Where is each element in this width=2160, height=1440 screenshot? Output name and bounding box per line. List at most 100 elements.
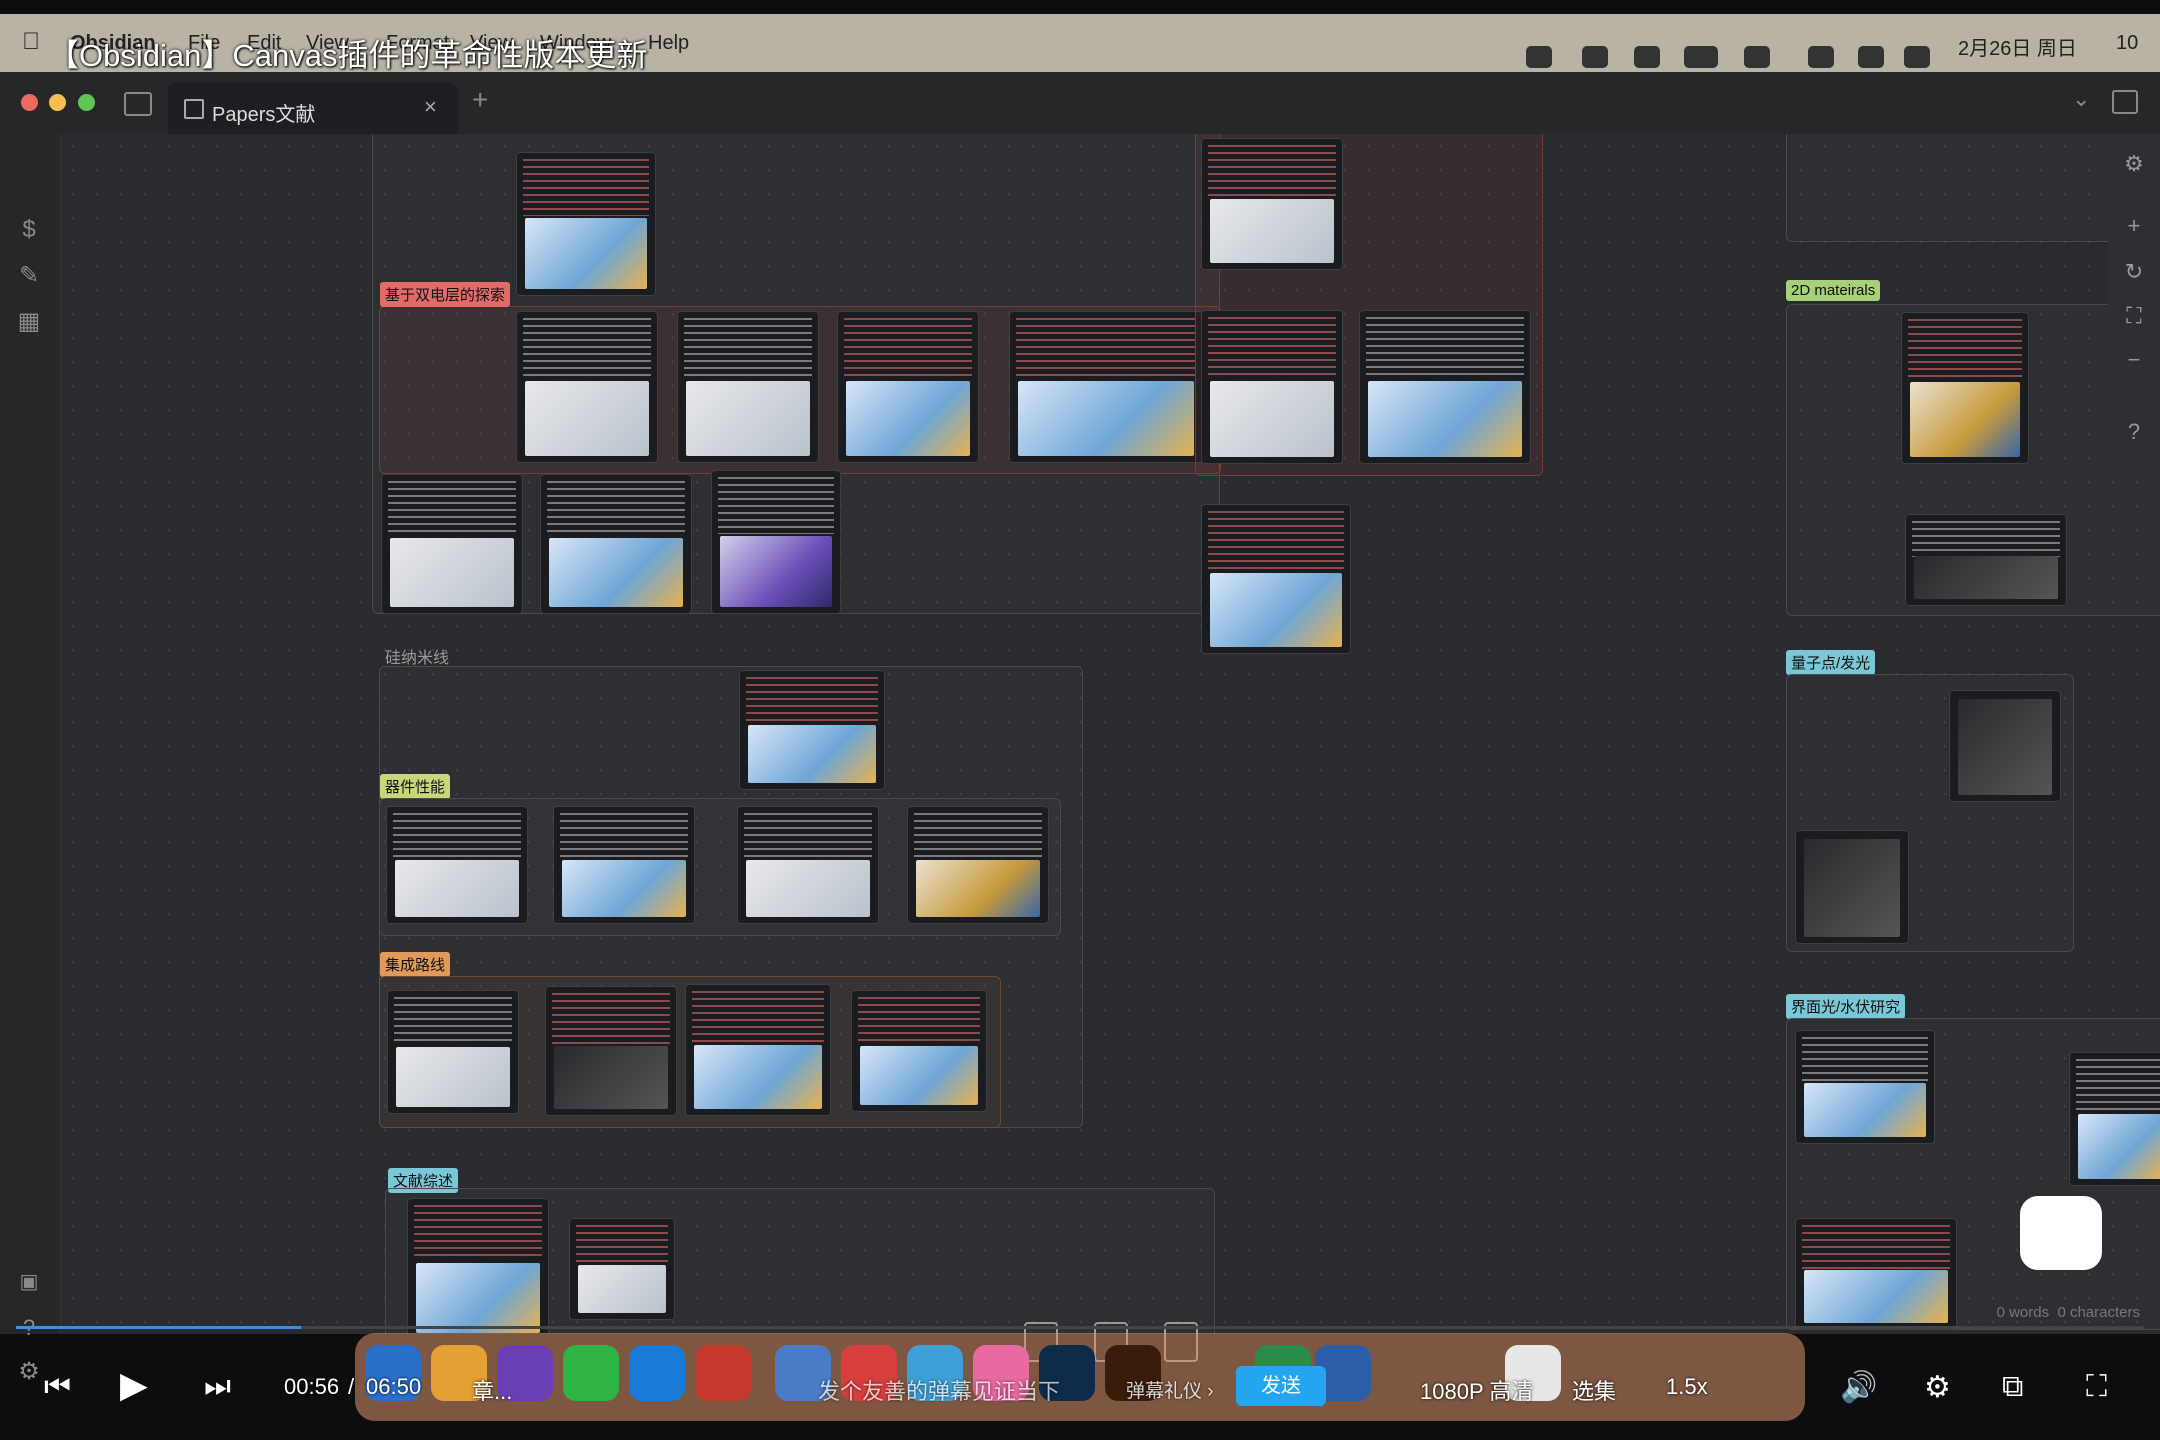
plus-icon[interactable]: + — [472, 84, 488, 116]
settings-icon[interactable]: ⚙ — [2122, 152, 2146, 176]
paper-card[interactable] — [1905, 514, 2067, 606]
paper-card[interactable] — [516, 311, 658, 463]
help-icon[interactable]: ? — [2122, 420, 2146, 444]
right-sidebar-icon[interactable] — [2112, 90, 2138, 114]
paper-card[interactable] — [545, 986, 677, 1116]
play-icon[interactable]: ▶ — [120, 1364, 148, 1406]
episodes-button[interactable]: 选集 — [1572, 1374, 1616, 1406]
status-bar: 0 words 0 characters — [1997, 1304, 2140, 1321]
group-label-silicon-nanowire[interactable]: 硅纳米线 — [385, 644, 449, 668]
zotero-icon[interactable] — [695, 1345, 751, 1401]
paper-card[interactable] — [685, 984, 831, 1116]
paper-card[interactable] — [1201, 504, 1351, 654]
status-icon[interactable] — [1526, 46, 1552, 68]
group-label-double-layer[interactable]: 基于双电层的探索 — [380, 282, 511, 307]
input-method-icon[interactable] — [1744, 46, 1770, 68]
video-title: 【Obsidian】Canvas插件的革命性版本更新 — [48, 38, 648, 73]
apple-icon[interactable]:  — [22, 28, 40, 56]
dollar-icon[interactable]: $ — [17, 218, 41, 242]
menubar-time-fragment: 10 — [2116, 32, 2139, 54]
current-time: 00:56 — [284, 1374, 340, 1399]
paper-card[interactable] — [387, 990, 519, 1114]
zoom-in-icon[interactable]: + — [2122, 214, 2146, 238]
menubar-clock[interactable]: 2月26日 周日 — [1958, 32, 2077, 61]
paper-card[interactable] — [1795, 1218, 1957, 1330]
time-separator: / — [348, 1374, 355, 1399]
quality-button[interactable]: 1080P 高清 — [1420, 1374, 1533, 1406]
left-ribbon: $ ✎ ▦ ▣ ? ⚙ — [0, 134, 61, 1384]
group-label-interface[interactable]: 界面光/水伏研究 — [1786, 994, 1906, 1019]
cloud-icon[interactable] — [1582, 46, 1608, 68]
paper-card[interactable] — [837, 311, 979, 463]
paper-card[interactable] — [516, 152, 656, 296]
menu-help[interactable]: Help — [648, 32, 689, 55]
paper-card[interactable] — [1949, 690, 2061, 802]
next-icon[interactable]: ⏭ — [204, 1370, 231, 1404]
chapter-button[interactable]: 章... — [472, 1374, 512, 1406]
vault-icon[interactable]: ▣ — [17, 1270, 41, 1294]
close-window-button[interactable] — [21, 94, 38, 111]
minimize-window-button[interactable] — [49, 94, 66, 111]
canvas-group-right-top[interactable] — [1786, 134, 2160, 242]
canvas-area[interactable]: 基于双电层的探索 硅纳米线 器件性能 集成路线 文献综述 2D mateiral… — [61, 134, 2160, 1334]
paper-card[interactable] — [737, 806, 879, 924]
fit-icon[interactable]: ⛶ — [2122, 304, 2146, 328]
paper-card[interactable] — [711, 470, 841, 614]
paper-card[interactable] — [907, 806, 1049, 924]
group-label-2d-materials[interactable]: 2D mateirals — [1786, 280, 1881, 301]
settings-icon[interactable]: ⚙ — [17, 1360, 41, 1384]
group-label-quantum-dot[interactable]: 量子点/发光 — [1786, 650, 1876, 675]
video-progress-bar[interactable] — [16, 1326, 2144, 1329]
danmaku-etiquette-link[interactable]: 弹幕礼仪 › — [1126, 1376, 1214, 1403]
group-label-device-performance[interactable]: 器件性能 — [380, 774, 451, 799]
paper-card[interactable] — [1795, 830, 1909, 944]
sidebar-toggle-icon[interactable] — [124, 92, 152, 116]
wifi-icon[interactable] — [1858, 46, 1884, 68]
send-button[interactable]: 发送 — [1236, 1366, 1326, 1406]
group-label-integration[interactable]: 集成路线 — [380, 952, 451, 977]
paper-card[interactable] — [1201, 138, 1343, 270]
paper-card[interactable] — [381, 474, 523, 614]
video-logo-icon — [2020, 1196, 2102, 1270]
video-progress-fill — [16, 1326, 301, 1329]
tab-papers[interactable]: Papers文献 × — [168, 82, 458, 134]
chevron-down-icon[interactable]: ⌄ — [2072, 86, 2090, 112]
paper-card[interactable] — [1359, 310, 1531, 464]
grid-icon[interactable]: ▦ — [17, 310, 41, 334]
pip-icon[interactable]: ⧉ — [2002, 1370, 2023, 1404]
danmaku-input[interactable]: 发个友善的弹幕见证当下 — [818, 1374, 1060, 1406]
airdrop-icon[interactable] — [1808, 46, 1834, 68]
paper-card[interactable] — [739, 670, 885, 790]
paper-card[interactable] — [1201, 310, 1343, 464]
settings-icon[interactable]: ⚙ — [1924, 1370, 1951, 1405]
zoom-window-button[interactable] — [78, 94, 95, 111]
zoom-out-icon[interactable]: − — [2122, 348, 2146, 372]
close-icon[interactable]: × — [424, 94, 437, 120]
speed-button[interactable]: 1.5x — [1666, 1374, 1708, 1400]
paper-card[interactable] — [553, 806, 695, 924]
total-time: 06:50 — [366, 1374, 422, 1399]
pen-icon[interactable]: ✎ — [17, 264, 41, 288]
paper-card[interactable] — [540, 474, 692, 614]
control-center-icon[interactable] — [1904, 46, 1930, 68]
reset-icon[interactable]: ↻ — [2122, 260, 2146, 284]
canvas-icon — [184, 99, 204, 119]
paper-card[interactable] — [677, 311, 819, 463]
paper-card[interactable] — [569, 1218, 675, 1320]
edge-icon[interactable] — [629, 1345, 685, 1401]
volume-icon[interactable]: 🔊 — [1840, 1370, 1877, 1405]
previous-icon[interactable]: ⏮ — [44, 1370, 71, 1404]
fullscreen-icon[interactable]: ⛶ — [2086, 1370, 2107, 1404]
package-icon[interactable] — [1634, 46, 1660, 68]
char-count: 0 characters — [2057, 1304, 2140, 1321]
paper-card[interactable] — [1795, 1030, 1935, 1144]
paper-card[interactable] — [1009, 311, 1203, 463]
title-bar: Papers文献 × + ⌄ — [0, 72, 2160, 135]
paper-card[interactable] — [2069, 1052, 2160, 1186]
paper-card[interactable] — [407, 1198, 549, 1334]
paper-card[interactable] — [386, 806, 528, 924]
paper-card[interactable] — [851, 990, 987, 1112]
paper-card[interactable] — [1901, 312, 2029, 464]
wechat-icon[interactable] — [563, 1345, 619, 1401]
battery-icon[interactable] — [1684, 46, 1718, 68]
